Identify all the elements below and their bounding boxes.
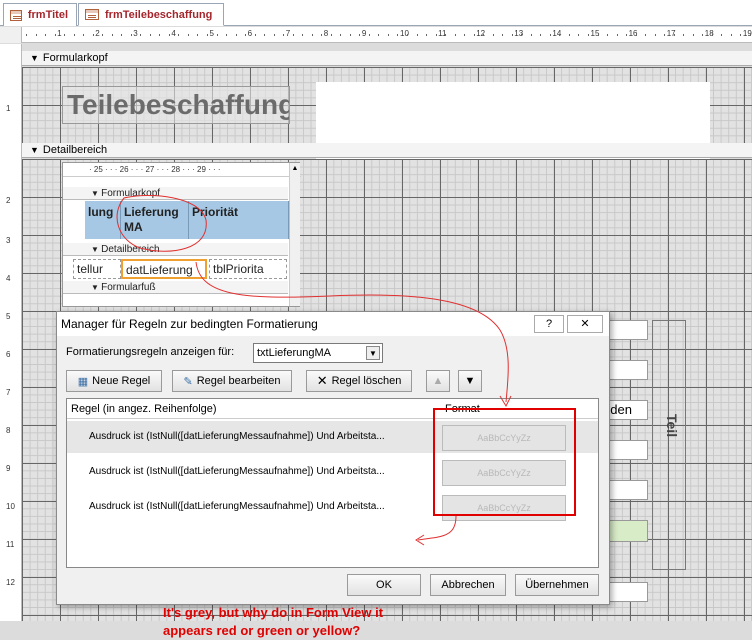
arrow-head-icon — [499, 395, 512, 408]
annotation-arrow — [417, 515, 457, 541]
annotation-arrow — [195, 261, 509, 403]
annotation-line: appears red or green or yellow? — [163, 623, 361, 638]
annotation-arrows — [116, 195, 512, 546]
annotation-circle — [116, 195, 207, 252]
